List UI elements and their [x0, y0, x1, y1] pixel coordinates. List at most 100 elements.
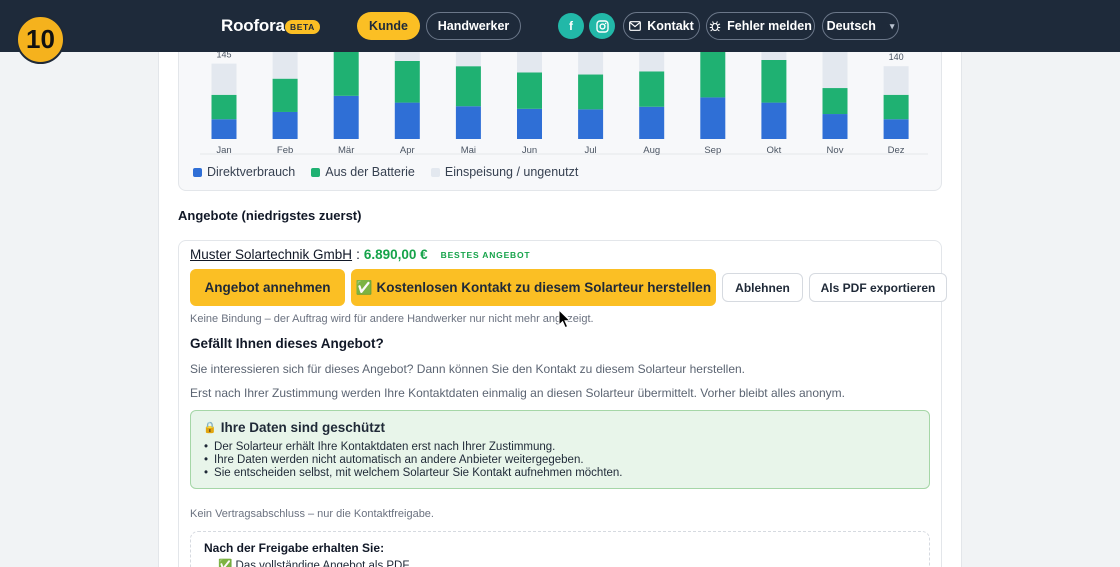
consent-text: Erst nach Ihrer Zustimmung werden Ihre K… [190, 386, 846, 400]
x-tick-label: Jun [522, 145, 537, 156]
bar-segment-1 [822, 114, 848, 139]
accept-offer-button[interactable]: Angebot annehmen [190, 269, 345, 306]
mouse-cursor-icon [558, 309, 572, 329]
best-offer-badge: BESTES ANGEBOT [440, 249, 531, 260]
bar-segment-2 [394, 61, 420, 103]
top-navigation-bar: Roofora BETA Kunde Handwerker f Kontakt … [0, 0, 1120, 52]
offer-question-heading: Gefällt Ihnen dieses Angebot? [190, 336, 384, 351]
offers-section-title: Angebote (niedrigstes zuerst) [178, 208, 362, 223]
contact-solarteur-label: ✅ Kostenlosen Kontakt zu diesem Solarteu… [355, 279, 712, 295]
x-tick-label: Jan [216, 145, 231, 156]
bar-segment-1 [761, 102, 787, 139]
x-tick-label: Okt [767, 145, 782, 156]
bar-segment-1 [394, 102, 420, 139]
bar-segment-1 [883, 119, 909, 139]
bar-segment-1 [639, 106, 665, 139]
legend-label: Aus der Batterie [325, 165, 415, 179]
x-tick-label: Dez [888, 145, 905, 156]
facebook-icon[interactable]: f [558, 13, 584, 39]
mail-icon [629, 21, 642, 31]
bar-segment-3 [578, 49, 604, 75]
vendor-link[interactable]: Muster Solartechnik GmbH [190, 247, 352, 262]
bug-icon [709, 21, 721, 32]
data-protection-list: • Der Solarteur erhält Ihre Kontaktdaten … [204, 441, 623, 480]
legend-swatch-green [311, 167, 321, 177]
chevron-down-icon: ▾ [889, 20, 895, 31]
chart-legend: Direktverbrauch Aus der Batterie Einspei… [193, 165, 578, 179]
legend-label: Einspeisung / ungenutzt [444, 165, 579, 179]
after-release-item: ✅ Das vollständige Angebot als PDF [218, 560, 410, 567]
bar-segment-2 [578, 74, 604, 110]
contact-solarteur-button[interactable]: ✅ Kostenlosen Kontakt zu diesem Solarteu… [351, 269, 716, 306]
x-tick-label: Feb [277, 145, 293, 156]
list-item: • Ihre Daten werden nicht automatisch an … [204, 454, 584, 466]
language-label: Deutsch [826, 19, 876, 33]
language-select[interactable]: Deutsch ▾ [822, 12, 899, 40]
list-item-text: Sie entscheiden selbst, mit welchem Sola… [214, 467, 623, 479]
bar-segment-1 [211, 119, 237, 139]
facebook-glyph: f [569, 19, 573, 33]
x-tick-label: Aug [643, 145, 660, 156]
lock-icon: 🔒 [203, 422, 217, 434]
x-tick-label: Nov [827, 145, 844, 156]
bar-segment-2 [883, 94, 909, 120]
step-number-badge: 10 [16, 15, 65, 64]
export-pdf-button[interactable]: Als PDF exportieren [809, 273, 947, 302]
bar-segment-1 [517, 108, 542, 139]
legend-item-einspeisung: Einspeisung / ungenutzt [430, 165, 579, 179]
bar-segment-2 [517, 72, 542, 109]
list-item: • Sie entscheiden selbst, mit welchem Sol… [204, 467, 623, 479]
accept-offer-label: Angebot annehmen [204, 280, 331, 295]
after-release-title: Nach der Freigabe erhalten Sie: [204, 541, 385, 555]
fehler-melden-button[interactable]: Fehler melden [706, 12, 815, 40]
bar-segment-3 [883, 66, 909, 95]
interest-text: Sie interessieren sich für dieses Angebo… [190, 362, 745, 376]
bar-segment-2 [822, 88, 848, 115]
kontakt-label: Kontakt [647, 19, 694, 33]
nav-handwerker-label: Handwerker [437, 19, 510, 33]
data-protection-title: 🔒 Ihre Daten sind geschützt [203, 420, 385, 435]
offer-price: 6.890,00 € [363, 247, 428, 262]
bar-segment-1 [578, 109, 604, 139]
legend-item-batterie: Aus der Batterie [311, 165, 415, 179]
beta-badge: BETA [285, 20, 320, 34]
list-item-text: Der Solarteur erhält Ihre Kontaktdaten e… [214, 441, 556, 453]
bar-segment-3 [822, 51, 848, 89]
nav-kunde-label: Kunde [369, 19, 408, 33]
x-tick-label: Mai [461, 145, 476, 156]
fehler-melden-label: Fehler melden [727, 19, 812, 33]
list-item: • Der Solarteur erhält Ihre Kontaktdaten … [204, 441, 556, 453]
data-protection-title-text: Ihre Daten sind geschützt [220, 420, 385, 435]
kontakt-button[interactable]: Kontakt [623, 12, 700, 40]
instagram-glyph [595, 19, 609, 33]
x-tick-label: Jul [585, 145, 597, 156]
x-tick-label: Mär [338, 145, 354, 156]
bar-segment-1 [333, 95, 359, 139]
instagram-icon[interactable] [589, 13, 615, 39]
no-binding-note: Keine Bindung – der Auftrag wird für and… [190, 313, 594, 325]
bar-segment-2 [211, 94, 237, 120]
bar-segment-1 [700, 97, 726, 139]
no-contract-note: Kein Vertragsabschluss – nur die Kontakt… [190, 508, 434, 520]
x-tick-label: Apr [400, 145, 415, 156]
bar-segment-1 [272, 111, 298, 139]
legend-swatch-blue [193, 167, 202, 177]
bar-segment-2 [639, 71, 665, 107]
bar-segment-1 [455, 106, 481, 139]
bar-segment-2 [761, 59, 787, 103]
nav-handwerker-button[interactable]: Handwerker [426, 12, 521, 40]
bar-segment-2 [272, 78, 298, 112]
list-item-text: Ihre Daten werden nicht automatisch an a… [214, 454, 584, 466]
legend-label: Direktverbrauch [207, 165, 296, 179]
bar-segment-2 [455, 66, 481, 107]
reject-label: Ablehnen [735, 280, 790, 295]
nav-kunde-button[interactable]: Kunde [357, 12, 420, 40]
x-tick-label: Sep [704, 145, 721, 156]
brand-logo[interactable]: Roofora [221, 16, 285, 36]
legend-swatch-grey [430, 167, 440, 177]
bar-segment-2 [700, 50, 726, 98]
bar-segment-3 [211, 63, 237, 95]
vendor-separator: : [356, 247, 360, 262]
reject-button[interactable]: Ablehnen [722, 273, 803, 302]
bar-value-label: 140 [889, 52, 904, 62]
